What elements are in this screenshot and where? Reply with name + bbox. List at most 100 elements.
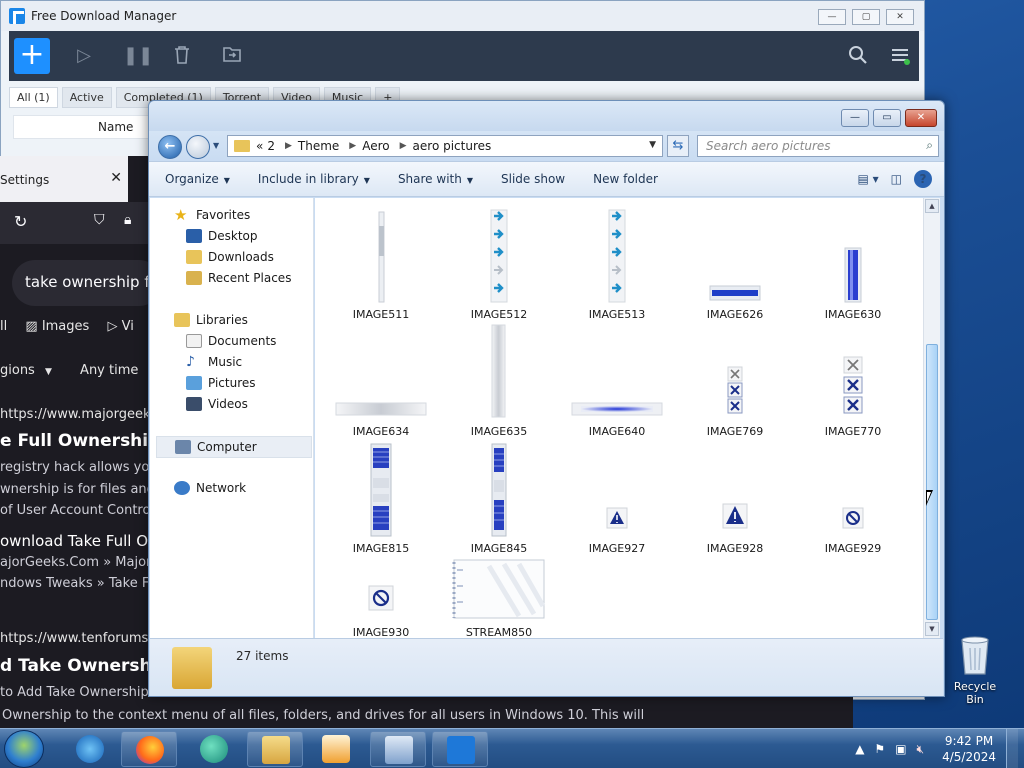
file-item[interactable]: IMAGE512 — [449, 204, 549, 321]
file-item[interactable]: IMAGE769 — [685, 321, 785, 438]
tab-all[interactable]: All (1) — [9, 87, 58, 108]
filter-video[interactable]: Vi — [122, 319, 134, 334]
close-tab-icon[interactable]: ✕ — [110, 170, 122, 186]
nav-music[interactable]: ♪ Music — [186, 355, 242, 369]
explorer-minimize-button[interactable]: — — [841, 109, 869, 127]
taskbar-explorer[interactable] — [247, 731, 303, 767]
taskbar-control-panel[interactable] — [370, 731, 426, 767]
file-item[interactable]: IMAGE630 — [803, 204, 903, 321]
filter-all[interactable]: ll — [0, 319, 7, 334]
fdm-close-button[interactable]: ✕ — [886, 9, 914, 25]
start-button[interactable] — [4, 730, 44, 768]
result3-title[interactable]: d Take Ownershi — [0, 656, 148, 676]
show-desktop-button[interactable] — [1006, 729, 1018, 768]
file-item[interactable]: IMAGE927 — [567, 438, 667, 555]
breadcrumb-aero-pictures[interactable]: aero pictures — [413, 139, 492, 153]
breadcrumb-overflow[interactable]: « — [256, 139, 263, 153]
taskbar-chat[interactable] — [186, 731, 242, 767]
share-with-button[interactable]: Share with ▼ — [398, 172, 473, 186]
nav-documents[interactable]: Documents — [186, 334, 276, 348]
network-tray-icon[interactable]: ▣ — [895, 742, 906, 756]
explorer-maximize-button[interactable]: ▭ — [873, 109, 901, 127]
organize-button[interactable]: Organize ▼ — [165, 172, 230, 186]
delete-icon[interactable] — [171, 45, 193, 67]
nav-network[interactable]: Network — [174, 481, 246, 495]
scroll-down-button[interactable]: ▼ — [925, 622, 939, 636]
file-item[interactable]: IMAGE635 — [449, 321, 549, 438]
file-item[interactable]: IMAGE640 — [567, 321, 667, 438]
slide-show-button[interactable]: Slide show — [501, 172, 565, 186]
show-hidden-icons-icon[interactable]: ▲ — [855, 742, 864, 756]
include-in-library-button[interactable]: Include in library ▼ — [258, 172, 370, 186]
add-download-button[interactable]: + — [14, 38, 50, 74]
back-button[interactable]: ← — [158, 135, 182, 159]
file-item[interactable]: STREAM850 — [449, 536, 549, 638]
clock[interactable]: 9:42 PM 4/5/2024 — [942, 733, 996, 765]
breadcrumb-theme[interactable]: Theme — [298, 139, 339, 153]
volume-muted-icon[interactable]: 🔇︎ — [917, 742, 925, 757]
fdm-search-icon[interactable] — [847, 45, 869, 67]
fdm-minimize-button[interactable]: — — [818, 9, 846, 25]
nav-pictures[interactable]: Pictures — [186, 376, 256, 390]
resume-icon[interactable]: ▷ — [73, 45, 95, 67]
breadcrumb-2[interactable]: 2 — [267, 139, 275, 153]
nav-recent-places[interactable]: Recent Places — [186, 271, 291, 285]
search-aero-pictures-input[interactable]: Search aero pictures ⌕ — [697, 135, 939, 157]
nav-videos[interactable]: Videos — [186, 397, 248, 411]
file-item[interactable]: IMAGE928 — [685, 438, 785, 555]
file-item[interactable]: IMAGE634 — [331, 321, 431, 438]
preview-pane-icon[interactable]: ◫ — [891, 172, 902, 186]
result2-title[interactable]: ownload Take Full O — [0, 532, 148, 550]
shield-icon[interactable]: ⛉ — [94, 212, 105, 228]
file-item[interactable]: IMAGE626 — [685, 204, 785, 321]
nav-desktop[interactable]: Desktop — [186, 229, 258, 243]
pause-icon[interactable]: ❚❚ — [123, 45, 153, 67]
explorer-titlebar[interactable]: — ▭ ✕ — [149, 101, 944, 131]
search-input[interactable]: take ownership fu — [12, 260, 148, 306]
image-thumbnail — [803, 321, 903, 421]
filter-images[interactable]: Images — [42, 319, 90, 334]
scroll-thumb[interactable] — [926, 344, 938, 620]
new-folder-button[interactable]: New folder — [593, 172, 658, 186]
lock-icon[interactable]: 🔒︎ — [124, 212, 131, 228]
recycle-bin-shortcut[interactable]: Recycle Bin — [944, 632, 1006, 706]
fdm-maximize-button[interactable]: ▢ — [852, 9, 880, 25]
file-item[interactable]: IMAGE513 — [567, 204, 667, 321]
result3-url[interactable]: https://www.tenforums.c — [0, 631, 148, 646]
fdm-menu-icon[interactable] — [889, 45, 911, 67]
taskbar-ie[interactable] — [62, 731, 118, 767]
filter-time[interactable]: Any time — [80, 363, 138, 378]
change-view-icon[interactable]: ▤ ▾ — [857, 172, 878, 186]
result1-url[interactable]: https://www.majorgeeks — [0, 407, 148, 422]
nav-computer[interactable]: Computer — [156, 436, 312, 458]
address-bar[interactable]: « 2 ▶ Theme ▶ Aero ▶ aero pictures ▼ — [227, 135, 663, 157]
file-item[interactable]: IMAGE511 — [331, 204, 431, 321]
recent-pages-icon[interactable]: ▼ — [213, 141, 219, 150]
file-item[interactable]: IMAGE929 — [803, 438, 903, 555]
nav-favorites[interactable]: ★ Favorites — [174, 208, 250, 223]
action-center-flag-icon[interactable]: ⚑ — [874, 742, 885, 756]
file-item[interactable]: IMAGE930 — [331, 536, 431, 638]
taskbar-firefox[interactable] — [121, 731, 177, 767]
search-filters: ll ▨ Images ▷ Vi — [0, 319, 134, 334]
file-item[interactable]: IMAGE770 — [803, 321, 903, 438]
vertical-scrollbar[interactable]: ▲ ▼ — [923, 198, 940, 638]
nav-downloads[interactable]: Downloads — [186, 250, 274, 264]
open-folder-icon[interactable] — [221, 45, 243, 67]
reload-icon[interactable]: ↻ — [14, 212, 27, 231]
explorer-close-button[interactable]: ✕ — [905, 109, 937, 127]
scroll-up-button[interactable]: ▲ — [925, 199, 939, 213]
browser-tab-settings[interactable]: Settings ✕ — [0, 156, 128, 202]
taskbar-media[interactable] — [308, 731, 364, 767]
taskbar-fdm[interactable] — [432, 731, 488, 767]
refresh-button[interactable]: ⇆ — [667, 135, 689, 157]
result1-title[interactable]: e Full Ownershi — [0, 431, 148, 451]
nav-libraries[interactable]: Libraries — [174, 313, 248, 327]
fdm-titlebar[interactable]: Free Download Manager — [1, 1, 924, 31]
address-dropdown-icon[interactable]: ▼ — [649, 140, 656, 150]
help-icon[interactable]: ? — [914, 170, 932, 188]
filter-regions[interactable]: gions — [0, 363, 35, 378]
tab-active[interactable]: Active — [61, 87, 112, 108]
forward-button[interactable] — [186, 135, 210, 159]
breadcrumb-aero[interactable]: Aero — [362, 139, 389, 153]
